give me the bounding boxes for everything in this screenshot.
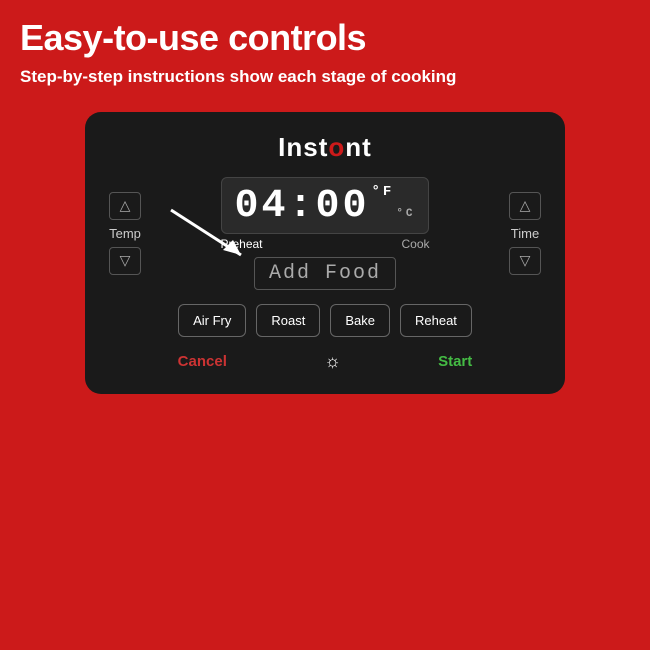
- time-up-button[interactable]: [509, 192, 541, 220]
- bottom-controls: Cancel ☼ Start: [109, 351, 541, 372]
- time-label: Time: [511, 226, 539, 241]
- temp-down-button[interactable]: [109, 247, 141, 275]
- mode-buttons-row: Air Fry Roast Bake Reheat: [109, 304, 541, 337]
- time-arrow-up-icon: [520, 197, 531, 214]
- start-button[interactable]: Start: [438, 353, 472, 370]
- header-section: Easy-to-use controls Step-by-step instru…: [0, 0, 650, 98]
- bake-button[interactable]: Bake: [330, 304, 390, 337]
- temp-up-button[interactable]: [109, 192, 141, 220]
- roast-button[interactable]: Roast: [256, 304, 320, 337]
- add-food-display: Add Food: [254, 257, 396, 290]
- cancel-button[interactable]: Cancel: [178, 353, 227, 370]
- cook-label: Cook: [401, 237, 429, 251]
- time-arrow-down-icon: [520, 252, 531, 269]
- time-value: 04:00: [234, 184, 369, 229]
- time-down-button[interactable]: [509, 247, 541, 275]
- subtitle: Step-by-step instructions show each stag…: [20, 66, 630, 88]
- time-control: Time: [509, 192, 541, 275]
- device-panel: Instont Temp 04:00°F°C P: [85, 112, 565, 394]
- reheat-button[interactable]: Reheat: [400, 304, 472, 337]
- temp-subunit: °C: [396, 208, 415, 220]
- temp-control: Temp: [109, 192, 141, 275]
- time-display: 04:00°F°C: [221, 177, 428, 234]
- temp-label: Temp: [109, 226, 141, 241]
- brand-logo: Instont: [109, 132, 541, 163]
- temp-unit: °F: [372, 184, 395, 200]
- logo-accent: o: [328, 132, 345, 162]
- light-button[interactable]: ☼: [324, 351, 341, 372]
- arrow-down-icon: [120, 252, 131, 269]
- air-fry-button[interactable]: Air Fry: [178, 304, 246, 337]
- arrow-up-icon: [120, 197, 131, 214]
- main-title: Easy-to-use controls: [20, 18, 630, 58]
